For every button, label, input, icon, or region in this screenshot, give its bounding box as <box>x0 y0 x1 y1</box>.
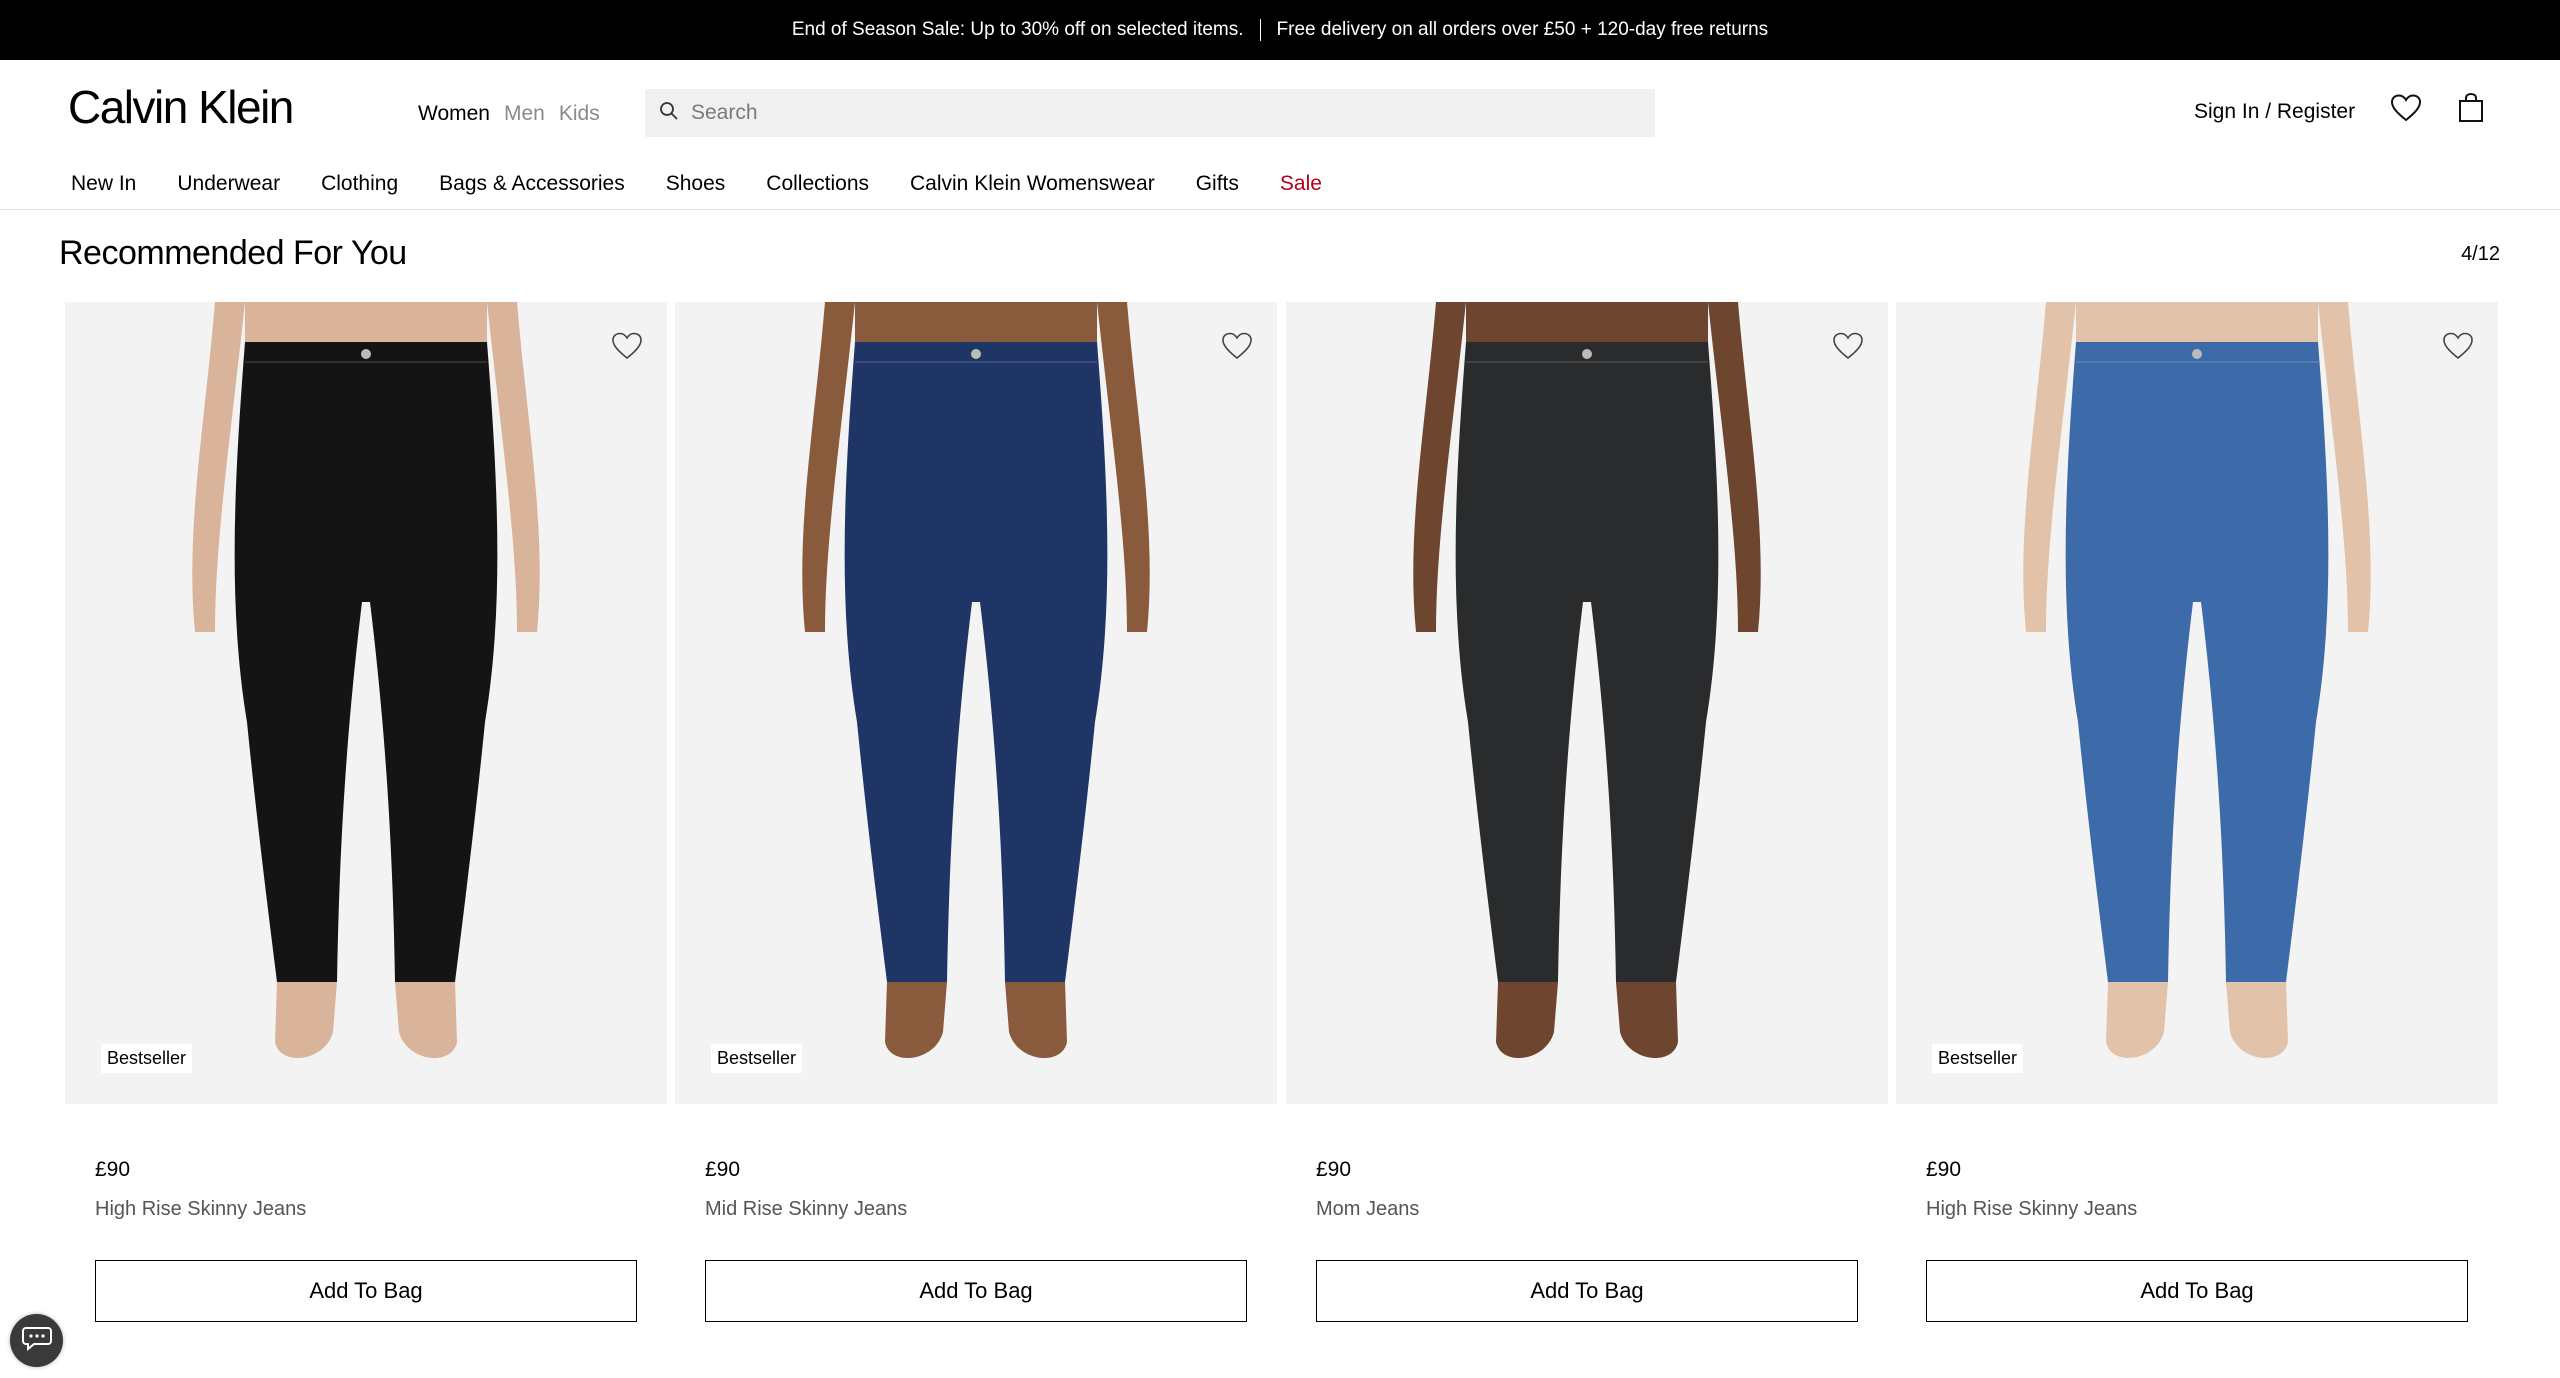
product-photo <box>192 302 540 1059</box>
wishlist-heart-icon[interactable] <box>2390 94 2422 127</box>
product-price: £90 <box>95 1158 131 1181</box>
nav-gifts[interactable]: Gifts <box>1196 172 1239 196</box>
product-card[interactable]: Bestseller £90 High Rise Skinny Jeans Ad… <box>65 302 667 1322</box>
product-photo <box>1413 302 1761 1059</box>
add-to-bag-button[interactable]: Add To Bag <box>95 1260 637 1322</box>
chat-icon <box>21 1325 52 1356</box>
sign-in-register-link[interactable]: Sign In / Register <box>2194 100 2355 124</box>
add-to-wishlist-heart-icon[interactable] <box>611 332 643 365</box>
site-header: Calvin Klein Women Men Kids Sign In / Re… <box>0 60 2560 152</box>
nav-womenswear[interactable]: Calvin Klein Womenswear <box>910 172 1155 196</box>
bestseller-badge: Bestseller <box>101 1044 193 1073</box>
product-name[interactable]: Mid Rise Skinny Jeans <box>705 1198 907 1221</box>
shopping-bag-icon[interactable] <box>2458 92 2484 128</box>
product-image[interactable]: Bestseller <box>675 302 1277 1104</box>
nav-sale[interactable]: Sale <box>1280 172 1322 196</box>
announcement-bar: End of Season Sale: Up to 30% off on sel… <box>0 0 2560 60</box>
product-card[interactable]: Bestseller £90 High Rise Skinny Jeans Ad… <box>1896 302 2498 1322</box>
carousel-pager: 4/12 <box>2461 243 2500 265</box>
tab-women[interactable]: Women <box>418 102 490 126</box>
product-name[interactable]: Mom Jeans <box>1316 1198 1419 1221</box>
product-card[interactable]: £90 Mom Jeans Add To Bag <box>1286 302 1888 1322</box>
tab-men[interactable]: Men <box>504 102 545 126</box>
add-to-wishlist-heart-icon[interactable] <box>2442 332 2474 365</box>
search-bar <box>645 89 1655 137</box>
add-to-bag-button[interactable]: Add To Bag <box>1926 1260 2468 1322</box>
nav-new-in[interactable]: New In <box>71 172 136 196</box>
section-title: Recommended For You <box>59 234 407 272</box>
search-input[interactable] <box>691 101 1591 125</box>
add-to-bag-button[interactable]: Add To Bag <box>1316 1260 1858 1322</box>
nav-shoes[interactable]: Shoes <box>666 172 726 196</box>
product-price: £90 <box>1316 1158 1352 1181</box>
brand-logo[interactable]: Calvin Klein <box>68 80 294 134</box>
announcement-divider <box>1259 19 1261 41</box>
product-name[interactable]: High Rise Skinny Jeans <box>1926 1198 2137 1221</box>
product-image[interactable]: Bestseller <box>65 302 667 1104</box>
product-photo <box>2023 302 2371 1059</box>
product-price: £90 <box>705 1158 741 1181</box>
chat-button[interactable] <box>10 1314 63 1367</box>
product-name[interactable]: High Rise Skinny Jeans <box>95 1198 306 1221</box>
product-photo <box>802 302 1150 1059</box>
announcement-delivery[interactable]: Free delivery on all orders over £50 + 1… <box>1277 19 1769 41</box>
nav-bags-accessories[interactable]: Bags & Accessories <box>439 172 625 196</box>
category-nav: New In Underwear Clothing Bags & Accesso… <box>0 152 2560 210</box>
search-icon[interactable] <box>659 101 679 126</box>
product-card[interactable]: Bestseller £90 Mid Rise Skinny Jeans Add… <box>675 302 1277 1322</box>
nav-collections[interactable]: Collections <box>766 172 869 196</box>
nav-clothing[interactable]: Clothing <box>321 172 398 196</box>
gender-tabs: Women Men Kids <box>418 102 600 126</box>
announcement-sale[interactable]: End of Season Sale: Up to 30% off on sel… <box>792 19 1244 41</box>
product-price: £90 <box>1926 1158 1962 1181</box>
bestseller-badge: Bestseller <box>711 1044 803 1073</box>
product-image[interactable]: Bestseller <box>1896 302 2498 1104</box>
nav-underwear[interactable]: Underwear <box>177 172 280 196</box>
bestseller-badge: Bestseller <box>1932 1044 2024 1073</box>
add-to-wishlist-heart-icon[interactable] <box>1832 332 1864 365</box>
tab-kids[interactable]: Kids <box>559 102 600 126</box>
add-to-wishlist-heart-icon[interactable] <box>1221 332 1253 365</box>
product-image[interactable] <box>1286 302 1888 1104</box>
add-to-bag-button[interactable]: Add To Bag <box>705 1260 1247 1322</box>
